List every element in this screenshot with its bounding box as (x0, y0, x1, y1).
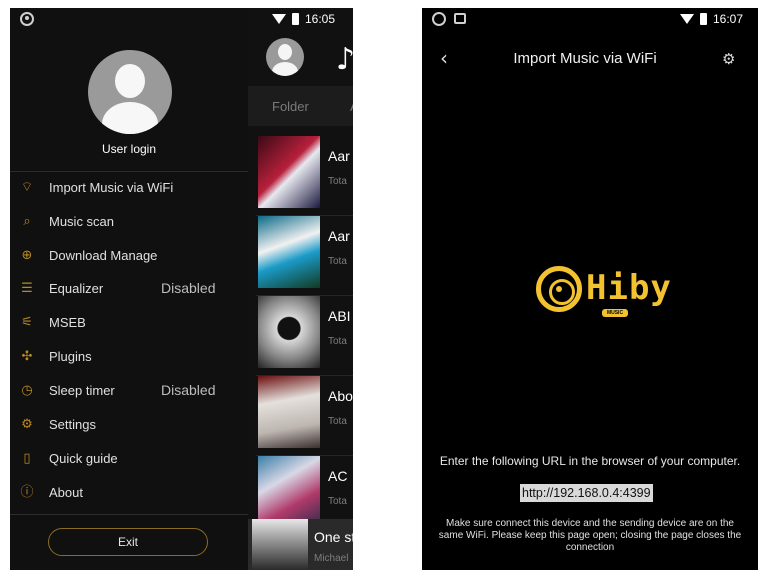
menu-item-sleep-timer[interactable]: ◷ Sleep timer Disabled (10, 377, 248, 407)
battery-icon (292, 13, 299, 25)
menu-item-label: Equalizer (49, 281, 104, 296)
gear-icon[interactable]: ⚙ (722, 50, 735, 68)
list-item-subtitle: Tota (328, 336, 347, 347)
menu-item-label: Download Manage (49, 248, 158, 263)
music-note-icon[interactable]: ♪ (336, 42, 353, 77)
guide-icon: ▯ (23, 451, 31, 466)
menu-item-label: Settings (49, 417, 96, 432)
exit-button[interactable]: Exit (48, 528, 208, 556)
gear-icon: ⚙ (21, 417, 33, 432)
connection-note-line: Make sure connect this device and the se… (446, 518, 734, 529)
battery-icon (700, 13, 707, 25)
list-item[interactable]: Aar Tota (256, 216, 353, 296)
plugins-icon: ✣ (21, 349, 33, 364)
download-icon: ⊕ (21, 248, 33, 263)
album-cover (252, 519, 308, 570)
wifi-signal-icon (272, 14, 286, 24)
tab-folder[interactable]: Folder (272, 99, 309, 114)
album-cover (258, 456, 320, 528)
now-playing-title: One st (314, 529, 353, 545)
left-phone-screen: 16:05 ♪ Folder Al Aar Tota Aar Tota ABI … (10, 8, 353, 570)
import-url[interactable]: http://192.168.0.4:4399 (520, 484, 653, 502)
list-item-title: ABI (328, 308, 351, 324)
menu-item-label: Music scan (49, 214, 115, 229)
connection-note-line: same WiFi. Please keep this page open; c… (438, 530, 742, 541)
menu-item-label: About (49, 485, 83, 500)
album-cover (258, 136, 320, 208)
status-bar-right: 16:05 (272, 12, 335, 26)
logo-badge: MUSIC (602, 309, 628, 317)
list-item-subtitle: Tota (328, 496, 347, 507)
library-tabs: Folder Al (248, 86, 353, 126)
album-cover (258, 216, 320, 288)
menu-item-equalizer[interactable]: ☰ Equalizer Disabled (10, 275, 248, 305)
divider (10, 171, 248, 172)
wifi-icon: ⌔ (20, 180, 34, 195)
tab-album[interactable]: Al (350, 99, 353, 114)
avatar[interactable] (266, 38, 304, 76)
list-item-title: Aar (328, 228, 350, 244)
list-item-title: Aar (328, 148, 350, 164)
app-status-icon (432, 12, 446, 26)
connection-note-line: connection (565, 542, 615, 553)
menu-item-label: Sleep timer (49, 383, 115, 398)
menu-item-quick-guide[interactable]: ▯ Quick guide (10, 445, 248, 475)
user-login-label[interactable]: User login (10, 142, 248, 156)
list-item-title: AC (328, 468, 348, 484)
scan-icon: ⌕ (23, 214, 31, 229)
status-time: 16:05 (305, 12, 336, 26)
menu-item-plugins[interactable]: ✣ Plugins (10, 343, 248, 373)
list-item[interactable]: Abo Tota (256, 376, 353, 456)
navigation-drawer: User login ⌔ Import Music via WiFi ⌕ Mus… (10, 8, 248, 570)
list-item-subtitle: Tota (328, 416, 347, 427)
user-avatar[interactable] (88, 50, 172, 134)
now-playing-artist: Michael (314, 553, 349, 564)
menu-item-label: MSEB (49, 315, 86, 330)
album-cover (258, 296, 320, 368)
menu-item-label: Plugins (49, 349, 92, 364)
connection-note: Make sure connect this device and the se… (422, 518, 758, 554)
page-title: Import Music via WiFi (513, 50, 657, 67)
menu-item-import-wifi[interactable]: ⌔ Import Music via WiFi (10, 174, 248, 204)
equalizer-icon: ☰ (21, 281, 33, 296)
album-cover (258, 376, 320, 448)
status-time: 16:07 (713, 12, 744, 26)
list-item[interactable]: Aar Tota (256, 136, 353, 216)
menu-item-mseb[interactable]: ⚟ MSEB (10, 309, 248, 339)
list-item[interactable]: ABI Tota (256, 296, 353, 376)
sleep-timer-status: Disabled (161, 382, 216, 398)
menu-item-label: Quick guide (49, 451, 118, 466)
menu-item-about[interactable]: ⓘ About (10, 479, 248, 509)
equalizer-status: Disabled (161, 280, 216, 296)
instruction-text: Enter the following URL in the browser o… (439, 454, 741, 468)
mseb-icon: ⚟ (21, 315, 33, 330)
info-icon: ⓘ (20, 485, 34, 500)
menu-item-download-manage[interactable]: ⊕ Download Manage (10, 242, 248, 272)
app-status-icon (20, 12, 34, 26)
menu-item-music-scan[interactable]: ⌕ Music scan (10, 208, 248, 238)
list-item-subtitle: Tota (328, 176, 347, 187)
logo-wordmark: Hiby (586, 268, 672, 308)
image-notification-icon (454, 13, 466, 24)
menu-item-label: Import Music via WiFi (49, 180, 174, 195)
list-item-title: Abo (328, 388, 353, 404)
divider (10, 514, 248, 515)
right-phone-screen: 16:07 ‹ Import Music via WiFi ⚙ Hiby MUS… (422, 8, 758, 570)
wifi-signal-icon (680, 14, 694, 24)
now-playing-bar[interactable]: One st Michael (248, 519, 353, 570)
hiby-music-logo: Hiby MUSIC (536, 266, 686, 328)
logo-disc-icon (536, 266, 582, 312)
menu-item-settings[interactable]: ⚙ Settings (10, 411, 248, 441)
list-item-subtitle: Tota (328, 256, 347, 267)
status-bar-right: 16:07 (680, 12, 743, 26)
timer-icon: ◷ (21, 383, 33, 398)
